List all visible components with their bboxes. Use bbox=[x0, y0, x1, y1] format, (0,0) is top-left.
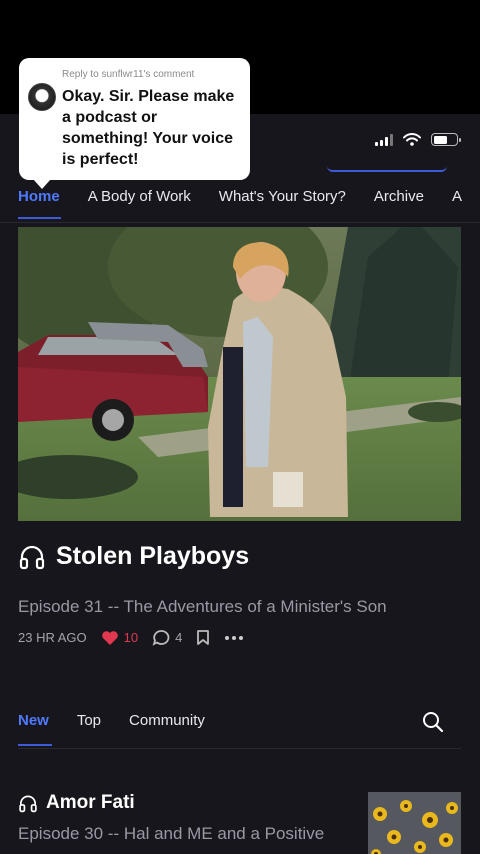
like-count: 10 bbox=[123, 630, 139, 645]
tab-top[interactable]: Top bbox=[77, 712, 101, 729]
comment-icon bbox=[152, 630, 170, 646]
tab-community[interactable]: Community bbox=[129, 712, 205, 729]
headphones-icon bbox=[19, 545, 45, 569]
tab-home[interactable]: Home bbox=[18, 188, 61, 219]
section-divider bbox=[18, 748, 461, 749]
subscribe-button[interactable] bbox=[327, 150, 447, 172]
tab-more[interactable]: A bbox=[452, 188, 462, 205]
search-icon[interactable] bbox=[422, 711, 444, 733]
comment-button[interactable]: 4 bbox=[152, 629, 182, 646]
battery-icon bbox=[431, 133, 461, 146]
post-subtitle[interactable]: Episode 30 -- Hal and ME and a Positive bbox=[18, 824, 324, 844]
tab-archive[interactable]: Archive bbox=[374, 188, 424, 205]
headphones-icon bbox=[19, 795, 37, 812]
reply-to-label: Reply to sunflwr11's comment bbox=[62, 69, 195, 80]
signal-icon bbox=[375, 133, 393, 146]
post-title[interactable]: Amor Fati bbox=[46, 792, 135, 814]
status-bar bbox=[375, 133, 461, 146]
comment-count: 4 bbox=[175, 630, 183, 645]
wifi-icon bbox=[403, 133, 421, 146]
more-icon[interactable] bbox=[224, 635, 244, 641]
featured-meta: 23 HR AGO 10 4 bbox=[18, 629, 244, 646]
nav-divider bbox=[0, 222, 480, 223]
comment-text: Okay. Sir. Please make a podcast or some… bbox=[62, 88, 235, 168]
tab-whats-your-story[interactable]: What's Your Story? bbox=[219, 188, 346, 205]
tab-body-of-work[interactable]: A Body of Work bbox=[88, 188, 191, 205]
heart-icon bbox=[101, 630, 118, 645]
featured-title-row[interactable]: Stolen Playboys bbox=[18, 542, 249, 571]
like-button[interactable]: 10 bbox=[101, 630, 138, 646]
comment-bubble: Reply to sunflwr11's comment Okay. Sir. … bbox=[19, 58, 250, 189]
post-thumbnail[interactable] bbox=[368, 792, 461, 854]
featured-image[interactable] bbox=[18, 227, 461, 521]
top-nav: Home A Body of Work What's Your Story? A… bbox=[18, 188, 462, 219]
post-filter-tabs: New Top Community bbox=[18, 712, 205, 746]
featured-subtitle[interactable]: Episode 31 -- The Adventures of a Minist… bbox=[18, 597, 387, 617]
tab-new[interactable]: New bbox=[18, 712, 52, 746]
timestamp: 23 HR AGO bbox=[18, 630, 87, 645]
featured-title[interactable]: Stolen Playboys bbox=[56, 542, 249, 571]
avatar bbox=[28, 83, 56, 111]
bookmark-icon[interactable] bbox=[196, 629, 210, 646]
post-title-row[interactable]: Amor Fati bbox=[18, 792, 135, 814]
